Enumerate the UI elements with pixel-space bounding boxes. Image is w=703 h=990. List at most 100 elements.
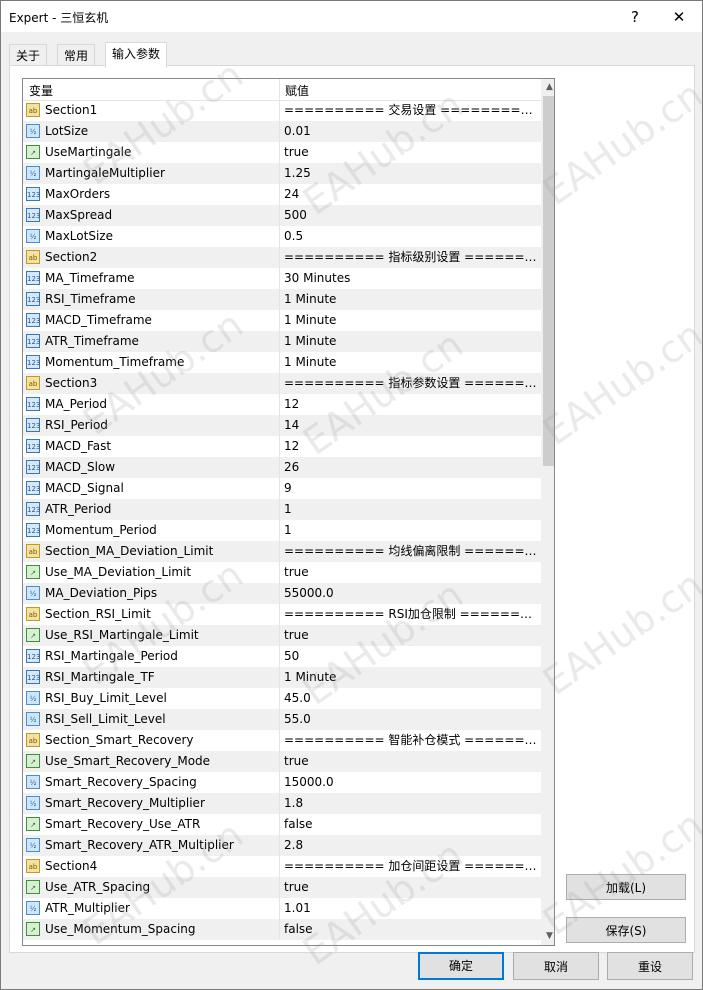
parameter-value[interactable]: 2.8	[284, 835, 539, 856]
parameter-row[interactable]: ↗ Use_RSI_Martingale_Limit true	[23, 625, 541, 646]
parameter-row[interactable]: 123 ATR_Timeframe 1 Minute	[23, 331, 541, 352]
parameter-value[interactable]: 1.8	[284, 793, 539, 814]
parameter-row[interactable]: 123 MA_Period 12	[23, 394, 541, 415]
parameter-row[interactable]: 123 MACD_Slow 26	[23, 457, 541, 478]
parameter-value[interactable]: true	[284, 751, 539, 772]
parameter-value[interactable]: 1	[284, 499, 539, 520]
parameter-row[interactable]: ↗ Use_Momentum_Spacing false	[23, 919, 541, 940]
parameter-value[interactable]: 1 Minute	[284, 667, 539, 688]
vertical-scrollbar[interactable]: ▲ ▼	[541, 79, 554, 945]
parameter-row[interactable]: ↗ Smart_Recovery_Use_ATR false	[23, 814, 541, 835]
parameter-value[interactable]: 1 Minute	[284, 289, 539, 310]
reset-button[interactable]: 重设	[607, 952, 693, 980]
parameter-value[interactable]: 30 Minutes	[284, 268, 539, 289]
parameters-grid[interactable]: 变量 赋值 ab Section1 ========== 交易设置 ========…	[22, 78, 555, 946]
parameter-row[interactable]: 123 RSI_Martingale_Period 50	[23, 646, 541, 667]
parameter-row[interactable]: ↗ UseMartingale true	[23, 142, 541, 163]
parameter-value[interactable]: 1.25	[284, 163, 539, 184]
parameter-value[interactable]: ========== 加仓间距设置 =======...	[284, 856, 539, 877]
parameter-row[interactable]: 123 MA_Timeframe 30 Minutes	[23, 268, 541, 289]
parameter-row[interactable]: ½ Smart_Recovery_ATR_Multiplier 2.8	[23, 835, 541, 856]
parameter-row[interactable]: 123 MACD_Signal 9	[23, 478, 541, 499]
parameter-row[interactable]: 123 Momentum_Period 1	[23, 520, 541, 541]
tab-inputs[interactable]: 输入参数	[105, 42, 168, 68]
parameter-value[interactable]: true	[284, 562, 539, 583]
parameter-value[interactable]: 15000.0	[284, 772, 539, 793]
parameter-value[interactable]: 24	[284, 184, 539, 205]
close-button[interactable]: ✕	[664, 5, 694, 29]
parameter-row[interactable]: ½ Smart_Recovery_Spacing 15000.0	[23, 772, 541, 793]
parameter-value[interactable]: 26	[284, 457, 539, 478]
parameter-row[interactable]: ½ ATR_Multiplier 1.01	[23, 898, 541, 919]
parameter-value[interactable]: true	[284, 142, 539, 163]
parameter-value[interactable]: ========== RSI加仓限制 =======...	[284, 604, 539, 625]
parameter-value[interactable]: 1	[284, 520, 539, 541]
parameter-row[interactable]: ½ RSI_Sell_Limit_Level 55.0	[23, 709, 541, 730]
parameter-row[interactable]: ab Section_RSI_Limit ========== RSI加仓限制 ==…	[23, 604, 541, 625]
parameter-row[interactable]: ½ Smart_Recovery_Multiplier 1.8	[23, 793, 541, 814]
tab-common[interactable]: 常用	[57, 44, 96, 67]
parameter-row[interactable]: ½ MaxLotSize 0.5	[23, 226, 541, 247]
ok-button[interactable]: 确定	[418, 952, 504, 980]
parameter-value[interactable]: 1 Minute	[284, 310, 539, 331]
parameter-value[interactable]: true	[284, 877, 539, 898]
parameter-row[interactable]: ↗ Use_MA_Deviation_Limit true	[23, 562, 541, 583]
parameter-row[interactable]: ab Section3 ========== 指标参数设置 =======...	[23, 373, 541, 394]
parameter-row[interactable]: 123 RSI_Timeframe 1 Minute	[23, 289, 541, 310]
parameter-value[interactable]: 50	[284, 646, 539, 667]
parameter-row[interactable]: ab Section_MA_Deviation_Limit ========== 均…	[23, 541, 541, 562]
column-header-variable[interactable]: 变量	[29, 82, 53, 99]
parameter-value[interactable]: ========== 智能补仓模式 =======...	[284, 730, 539, 751]
parameter-row[interactable]: 123 RSI_Period 14	[23, 415, 541, 436]
parameter-value[interactable]: 500	[284, 205, 539, 226]
parameter-value[interactable]: 0.5	[284, 226, 539, 247]
parameter-value[interactable]: 45.0	[284, 688, 539, 709]
boolean-type-icon: ↗	[26, 880, 40, 894]
parameter-row[interactable]: ½ RSI_Buy_Limit_Level 45.0	[23, 688, 541, 709]
scroll-up-arrow-icon[interactable]: ▲	[541, 79, 554, 96]
parameter-value[interactable]: 55000.0	[284, 583, 539, 604]
parameter-row[interactable]: 123 RSI_Martingale_TF 1 Minute	[23, 667, 541, 688]
parameter-value[interactable]: 1 Minute	[284, 331, 539, 352]
tab-about[interactable]: 关于	[9, 44, 48, 67]
parameter-value[interactable]: true	[284, 625, 539, 646]
parameter-row[interactable]: ½ LotSize 0.01	[23, 121, 541, 142]
parameter-row[interactable]: ↗ Use_ATR_Spacing true	[23, 877, 541, 898]
parameter-row[interactable]: ab Section_Smart_Recovery ========== 智能补仓模…	[23, 730, 541, 751]
parameter-value[interactable]: 9	[284, 478, 539, 499]
save-button[interactable]: 保存(S)	[566, 917, 686, 943]
parameter-row[interactable]: 123 MACD_Fast 12	[23, 436, 541, 457]
column-header-value[interactable]: 赋值	[285, 82, 309, 99]
parameter-value[interactable]: 14	[284, 415, 539, 436]
help-button[interactable]: ?	[620, 5, 650, 29]
parameter-row[interactable]: 123 Momentum_Timeframe 1 Minute	[23, 352, 541, 373]
parameter-row[interactable]: 123 MaxSpread 500	[23, 205, 541, 226]
parameter-value[interactable]: ========== 交易设置 ==========	[284, 100, 539, 121]
parameter-value[interactable]: 0.01	[284, 121, 539, 142]
parameter-value[interactable]: 12	[284, 394, 539, 415]
parameter-row[interactable]: ab Section2 ========== 指标级别设置 =======...	[23, 247, 541, 268]
parameter-row[interactable]: ½ MA_Deviation_Pips 55000.0	[23, 583, 541, 604]
parameter-value[interactable]: ========== 指标级别设置 =======...	[284, 247, 539, 268]
parameter-row[interactable]: ↗ Use_Smart_Recovery_Mode true	[23, 751, 541, 772]
parameter-value[interactable]: ========== 均线偏离限制 =======...	[284, 541, 539, 562]
parameter-value[interactable]: 12	[284, 436, 539, 457]
parameter-value[interactable]: 1 Minute	[284, 352, 539, 373]
parameter-value[interactable]: false	[284, 919, 539, 940]
parameter-value[interactable]: 1.01	[284, 898, 539, 919]
parameter-value[interactable]: 55.0	[284, 709, 539, 730]
parameter-value[interactable]: false	[284, 814, 539, 835]
parameter-row[interactable]: 123 MACD_Timeframe 1 Minute	[23, 310, 541, 331]
parameter-row[interactable]: 123 ATR_Period 1	[23, 499, 541, 520]
column-divider	[279, 520, 280, 541]
header-divider[interactable]	[279, 79, 280, 100]
parameter-row[interactable]: 123 MaxOrders 24	[23, 184, 541, 205]
scroll-thumb[interactable]	[543, 96, 554, 466]
scroll-down-arrow-icon[interactable]: ▼	[541, 928, 554, 945]
parameter-value[interactable]: ========== 指标参数设置 =======...	[284, 373, 539, 394]
parameter-row[interactable]: ab Section4 ========== 加仓间距设置 =======...	[23, 856, 541, 877]
parameter-row[interactable]: ab Section1 ========== 交易设置 ==========	[23, 100, 541, 121]
load-button[interactable]: 加载(L)	[566, 874, 686, 900]
parameter-row[interactable]: ½ MartingaleMultiplier 1.25	[23, 163, 541, 184]
cancel-button[interactable]: 取消	[513, 952, 599, 980]
